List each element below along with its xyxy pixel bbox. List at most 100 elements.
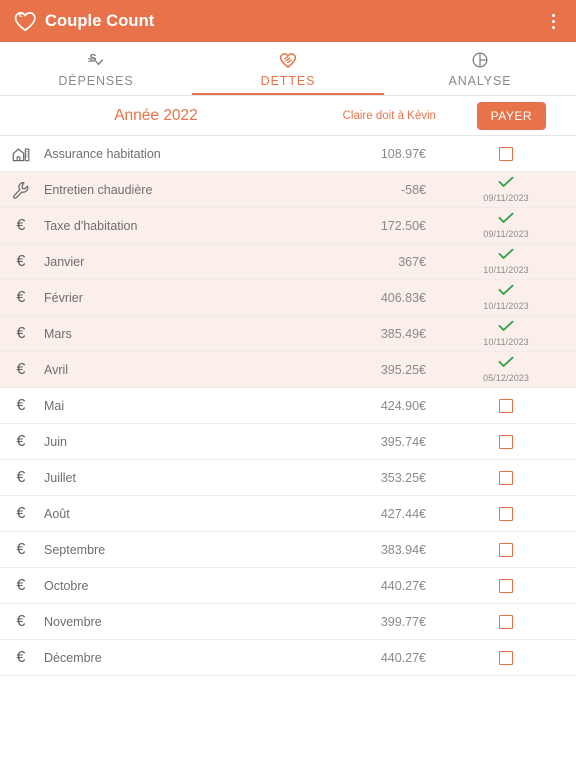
tab-bar: S DÉPENSES DETTES ANALYSE [0, 42, 576, 96]
row-label: Février [44, 290, 83, 305]
handshake-icon [278, 50, 298, 70]
euro-icon: € [16, 468, 26, 486]
euro-icon: € [16, 648, 26, 666]
table-row[interactable]: € Juin 395.74€ [0, 424, 576, 460]
row-label: Mai [44, 398, 65, 413]
table-row[interactable]: € Mars 385.49€ 10/11/2023 [0, 316, 576, 352]
row-status [436, 542, 576, 557]
paid-checkbox[interactable] [499, 434, 513, 449]
debts-list: Assurance habitation 108.97€ Entretien cha… [0, 136, 576, 676]
table-row[interactable]: € Décembre 440.27€ [0, 640, 576, 676]
table-row[interactable]: € Octobre 440.27€ [0, 568, 576, 604]
euro-icon: € [16, 216, 26, 234]
table-row[interactable]: € Mai 424.90€ [0, 388, 576, 424]
row-status [436, 578, 576, 593]
table-row[interactable]: Assurance habitation 108.97€ [0, 136, 576, 172]
summary-bar: Année 2022 Claire doit à Kévin PAYER [0, 96, 576, 136]
currency-check-icon: S [86, 50, 106, 70]
app-title: Couple Count [45, 11, 155, 30]
row-label: Décembre [44, 650, 102, 665]
year-label[interactable]: Année 2022 [10, 107, 302, 125]
tab-analyse-label: ANALYSE [448, 73, 512, 88]
check-icon[interactable] [498, 176, 514, 192]
table-row[interactable]: € Janvier 367€ 10/11/2023 [0, 244, 576, 280]
paid-checkbox[interactable] [499, 650, 513, 665]
row-status [436, 470, 576, 485]
app-bar: € Couple Count [0, 0, 576, 42]
row-amount: 427.44€ [380, 506, 426, 521]
active-tab-indicator [192, 93, 384, 95]
table-row[interactable]: € Juillet 353.25€ [0, 460, 576, 496]
row-status [436, 506, 576, 521]
row-status: 10/11/2023 [436, 248, 576, 275]
table-row[interactable]: € Février 406.83€ 10/11/2023 [0, 280, 576, 316]
more-vertical-icon[interactable] [538, 0, 568, 42]
table-row[interactable]: € Septembre 383.94€ [0, 532, 576, 568]
tab-dettes[interactable]: DETTES [192, 42, 384, 95]
paid-date: 05/12/2023 [482, 373, 530, 383]
row-status: 09/11/2023 [436, 176, 576, 203]
row-label: Avril [44, 362, 69, 377]
row-amount: 353.25€ [380, 470, 426, 485]
check-icon[interactable] [498, 320, 514, 336]
euro-icon: € [16, 540, 26, 558]
table-row[interactable]: € Novembre 399.77€ [0, 604, 576, 640]
table-row[interactable]: € Août 427.44€ [0, 496, 576, 532]
row-amount: 424.90€ [380, 398, 426, 413]
paid-date: 10/11/2023 [483, 265, 529, 275]
row-status: 09/11/2023 [436, 212, 576, 239]
tab-analyse[interactable]: ANALYSE [384, 42, 576, 95]
euro-icon: € [16, 432, 26, 450]
svg-text:€: € [19, 10, 24, 19]
table-row[interactable]: € Avril 395.25€ 05/12/2023 [0, 352, 576, 388]
tab-depenses-label: DÉPENSES [58, 73, 134, 88]
check-icon[interactable] [498, 356, 514, 372]
row-amount: 383.94€ [380, 542, 426, 557]
paid-checkbox[interactable] [499, 614, 513, 629]
row-label: Mars [44, 326, 72, 341]
pay-button[interactable]: PAYER [476, 101, 546, 130]
paid-date: 09/11/2023 [483, 193, 529, 203]
paid-checkbox[interactable] [499, 578, 513, 593]
euro-icon: € [16, 504, 26, 522]
row-amount: 108.97€ [380, 146, 426, 161]
euro-icon: € [16, 360, 26, 378]
row-amount: 367€ [398, 254, 426, 269]
paid-checkbox[interactable] [499, 398, 513, 413]
euro-icon: € [16, 324, 26, 342]
row-amount: 395.74€ [380, 434, 426, 449]
row-label: Entretien chaudière [44, 182, 153, 197]
row-status: 10/11/2023 [436, 284, 576, 311]
row-label: Assurance habitation [44, 146, 161, 161]
row-label: Juillet [44, 470, 76, 485]
euro-icon: € [16, 252, 26, 270]
row-label: Août [44, 506, 70, 521]
row-label: Taxe d'habitation [44, 218, 138, 233]
paid-checkbox[interactable] [499, 146, 513, 161]
paid-date: 09/11/2023 [483, 229, 529, 239]
tab-depenses[interactable]: S DÉPENSES [0, 42, 192, 95]
paid-checkbox[interactable] [499, 470, 513, 485]
row-status: 10/11/2023 [436, 320, 576, 347]
tab-dettes-label: DETTES [260, 73, 316, 88]
paid-date: 10/11/2023 [483, 337, 529, 347]
row-status [436, 398, 576, 413]
row-amount: -58€ [400, 182, 426, 197]
row-amount: 399.77€ [380, 614, 426, 629]
check-icon[interactable] [498, 284, 514, 300]
table-row[interactable]: € Taxe d'habitation 172.50€ 09/11/2023 [0, 208, 576, 244]
debt-summary-label: Claire doit à Kévin [342, 109, 436, 122]
row-status [436, 146, 576, 161]
row-amount: 385.49€ [380, 326, 426, 341]
paid-checkbox[interactable] [499, 506, 513, 521]
row-status: 05/12/2023 [436, 356, 576, 383]
paid-checkbox[interactable] [499, 542, 513, 557]
check-icon[interactable] [498, 212, 514, 228]
row-amount: 440.27€ [380, 578, 426, 593]
table-row[interactable]: Entretien chaudière -58€ 09/11/2023 [0, 172, 576, 208]
euro-icon: € [16, 396, 26, 414]
row-amount: 395.25€ [380, 362, 426, 377]
check-icon[interactable] [498, 248, 514, 264]
euro-heart-icon: € [12, 8, 38, 34]
euro-icon: € [16, 288, 26, 306]
